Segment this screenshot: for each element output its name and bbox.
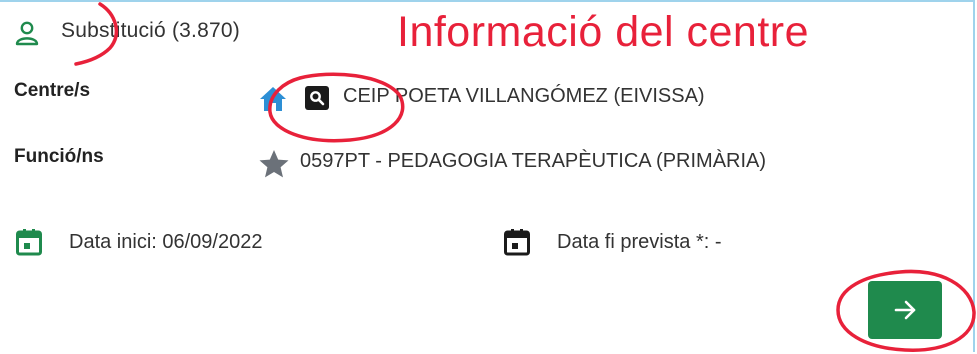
start-date: Data inici: 06/09/2022 bbox=[69, 231, 263, 253]
substitution-card: Substitució (3.870) Informació del centr… bbox=[0, 0, 975, 352]
home-icon[interactable] bbox=[258, 84, 288, 114]
centre-value[interactable]: CEIP POETA VILLANGÓMEZ (EIVISSA) bbox=[343, 85, 705, 108]
calendar-end-icon bbox=[504, 228, 530, 256]
next-button[interactable] bbox=[868, 281, 942, 339]
arrow-right-icon bbox=[894, 300, 916, 320]
centre-label: Centre/s bbox=[14, 80, 91, 101]
calendar-start-icon bbox=[16, 228, 42, 256]
search-icon[interactable] bbox=[305, 86, 329, 110]
funcio-value: 0597PT - PEDAGOGIA TERAPÈUTICA (PRIMÀRIA… bbox=[300, 150, 767, 172]
overlay-title: Informació del centre bbox=[397, 8, 810, 56]
card-title: Substitució (3.870) bbox=[61, 19, 240, 42]
end-date: Data fi prevista *: - bbox=[557, 231, 722, 253]
funcio-label: Funció/ns bbox=[14, 146, 104, 167]
star-icon bbox=[258, 148, 290, 180]
person-outline-icon bbox=[14, 20, 40, 46]
